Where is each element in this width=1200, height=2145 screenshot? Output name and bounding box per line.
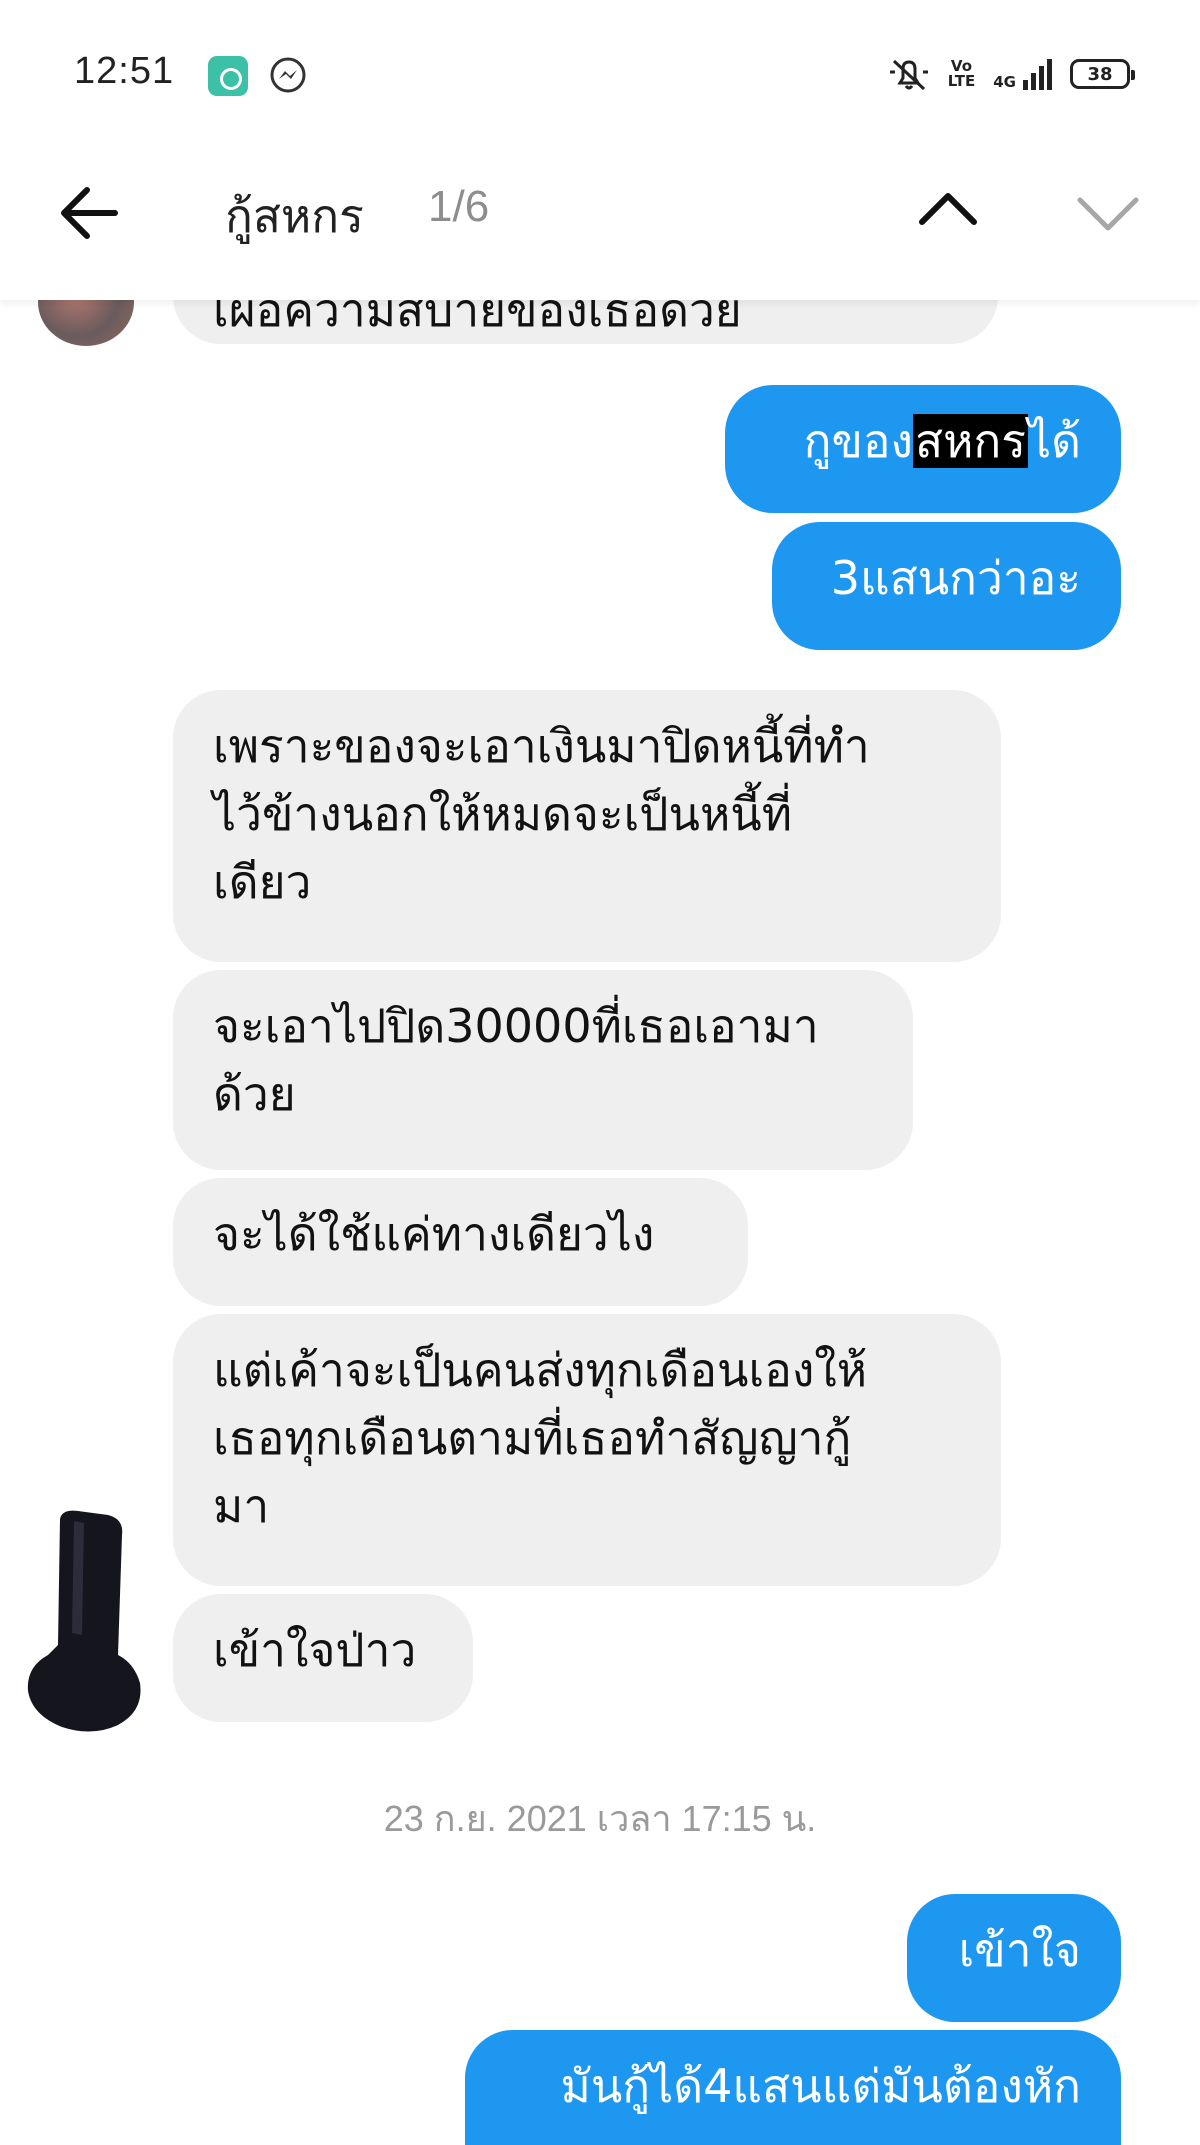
message-line: มา	[213, 1479, 270, 1533]
status-time: 12:51	[74, 50, 175, 92]
message-text: จะได้ใช้แค่ทางเดียวไง	[213, 1207, 655, 1261]
message-text: กูของ	[803, 414, 914, 468]
signal-icon: 4G	[993, 58, 1052, 90]
system-icons: Vo LTE 4G 38	[888, 54, 1135, 94]
volte-icon: Vo LTE	[947, 57, 976, 90]
message-incoming[interactable]: เข้าใจป่าว	[173, 1594, 473, 1722]
message-timestamp: 23 ก.ย. 2021 เวลา 17:15 น.	[383, 1798, 817, 1839]
message-outgoing[interactable]: มันกู้ได้4แสนแต่มันต้องหัก	[465, 2030, 1121, 2145]
mute-icon	[889, 59, 928, 91]
message-outgoing[interactable]: เข้าใจ	[907, 1894, 1121, 2022]
chevron-up-icon[interactable]	[912, 174, 984, 246]
contact-avatar-redacted[interactable]	[22, 1505, 152, 1735]
search-query: กู้สหกร	[225, 189, 364, 243]
search-header: กู้สหกร 1/6	[0, 150, 1200, 300]
message-text: มันกู้ได้4แสนแต่มันต้องหัก	[560, 2059, 1082, 2113]
app-notification-icon	[208, 56, 248, 96]
back-arrow-icon[interactable]	[55, 178, 125, 248]
chevron-down-icon[interactable]	[1072, 176, 1144, 248]
search-highlight: สหกร	[913, 414, 1028, 468]
message-outgoing[interactable]: 3แสนกว่าอะ	[772, 522, 1121, 650]
message-incoming[interactable]: จะเอาไปปิด30000ที่เธอเอามา ด้วย	[173, 970, 913, 1170]
search-result-count: 1/6	[428, 182, 490, 231]
message-incoming[interactable]: แต่เค้าจะเป็นคนส่งทุกเดือนเองให้ เธอทุกเ…	[173, 1314, 1001, 1586]
message-line: เดียว	[213, 855, 312, 909]
message-line: ไว้ข้างนอกให้หมดจะเป็นหนี้ที่	[213, 787, 793, 841]
chat-screen: เผื่อความสบายของเธอด้วย กูของสหกรได้ 3แส…	[0, 0, 1200, 2145]
message-line: จะเอาไปปิด30000ที่เธอเอามา	[213, 999, 819, 1053]
message-text: เข้าใจป่าว	[213, 1623, 417, 1677]
message-text: ได้	[1027, 414, 1081, 468]
message-line: เธอทุกเดือนตามที่เธอทำสัญญากู้	[213, 1411, 852, 1465]
message-incoming[interactable]: เพราะของจะเอาเงินมาปิดหนี้ที่ทำ ไว้ข้างน…	[173, 690, 1001, 962]
message-line: ด้วย	[213, 1067, 296, 1121]
message-outgoing[interactable]: กูของสหกรได้	[725, 385, 1121, 513]
message-text: 3แสนกว่าอะ	[830, 551, 1081, 605]
message-incoming[interactable]: จะได้ใช้แค่ทางเดียวไง	[173, 1178, 748, 1306]
message-text: เข้าใจ	[958, 1923, 1081, 1977]
message-line: เพราะของจะเอาเงินมาปิดหนี้ที่ทำ	[213, 719, 870, 773]
status-bar: 12:51 Vo LTE 4G 38	[0, 0, 1200, 150]
message-thread[interactable]: เผื่อความสบายของเธอด้วย กูของสหกรได้ 3แส…	[0, 0, 1200, 2145]
messenger-icon	[270, 57, 306, 93]
message-line: แต่เค้าจะเป็นคนส่งทุกเดือนเองให้	[213, 1343, 868, 1397]
battery-icon: 38	[1070, 59, 1135, 89]
